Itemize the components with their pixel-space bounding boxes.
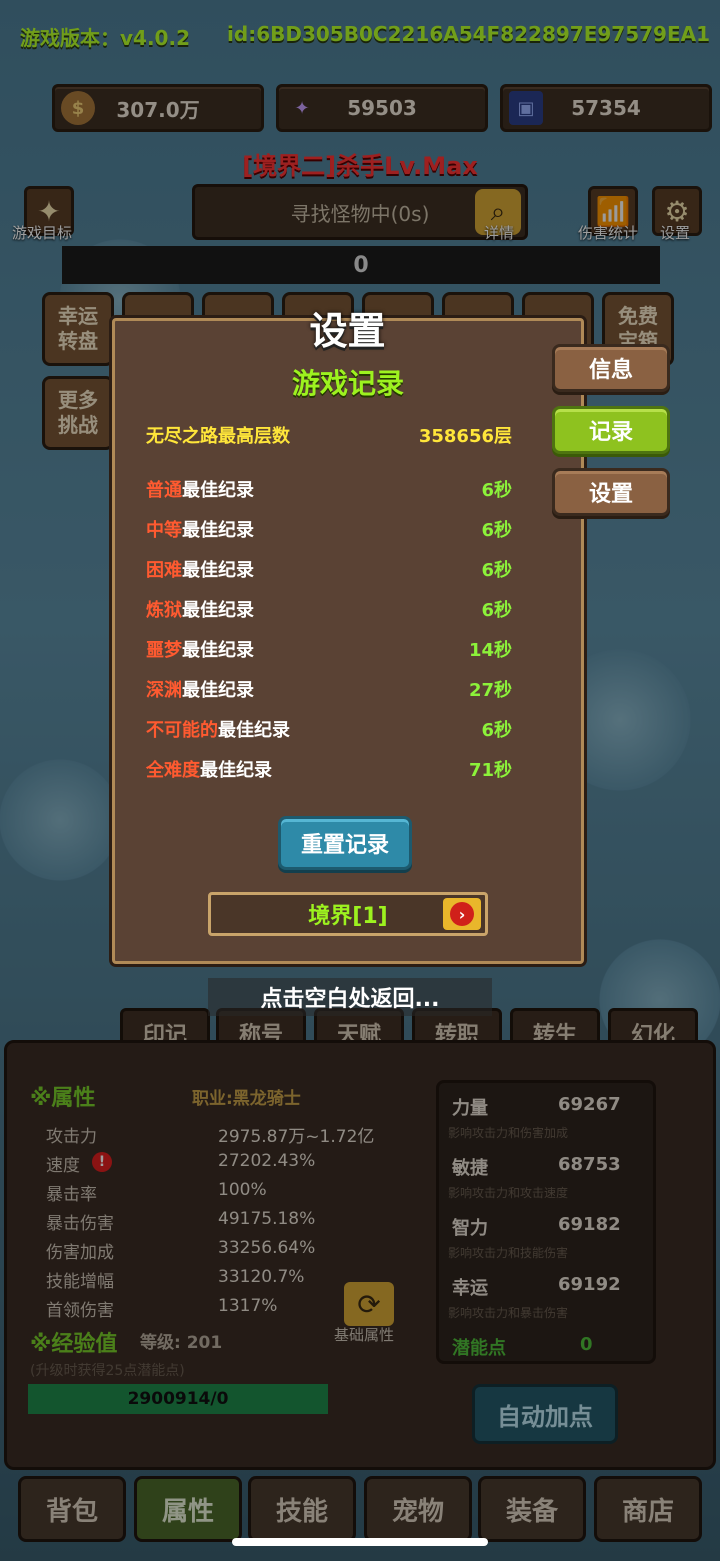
record-row: 不可能的最佳纪录 6秒	[146, 720, 512, 741]
home-indicator[interactable]	[232, 1538, 488, 1546]
realm-selector-label: 境界[1]	[308, 904, 388, 929]
close-hint[interactable]: 点击空白处返回...	[208, 978, 492, 1016]
record-row: 炼狱最佳纪录 6秒	[146, 600, 512, 621]
endless-value: 358656层	[418, 426, 512, 447]
tab-settings[interactable]: 设置	[552, 468, 670, 516]
realm-selector[interactable]: 境界[1] ›	[208, 892, 488, 936]
record-row: 全难度最佳纪录 71秒	[146, 760, 512, 781]
record-row: 中等最佳纪录 6秒	[146, 520, 512, 541]
endless-record-row: 无尽之路最高层数 358656层	[146, 422, 512, 448]
records-subtitle: 游戏记录	[291, 367, 404, 400]
record-row: 普通最佳纪录 6秒	[146, 480, 512, 501]
reset-records-button[interactable]: 重置记录	[278, 816, 412, 870]
record-row: 深渊最佳纪录 27秒	[146, 680, 512, 701]
arrow-right-icon: ›	[450, 902, 474, 926]
endless-label: 无尽之路最高层数	[146, 426, 290, 447]
next-realm-button[interactable]: ›	[443, 898, 481, 930]
tab-records[interactable]: 记录	[552, 406, 670, 454]
tab-info[interactable]: 信息	[552, 344, 670, 392]
record-row: 困难最佳纪录 6秒	[146, 560, 512, 581]
record-row: 噩梦最佳纪录 14秒	[146, 640, 512, 661]
